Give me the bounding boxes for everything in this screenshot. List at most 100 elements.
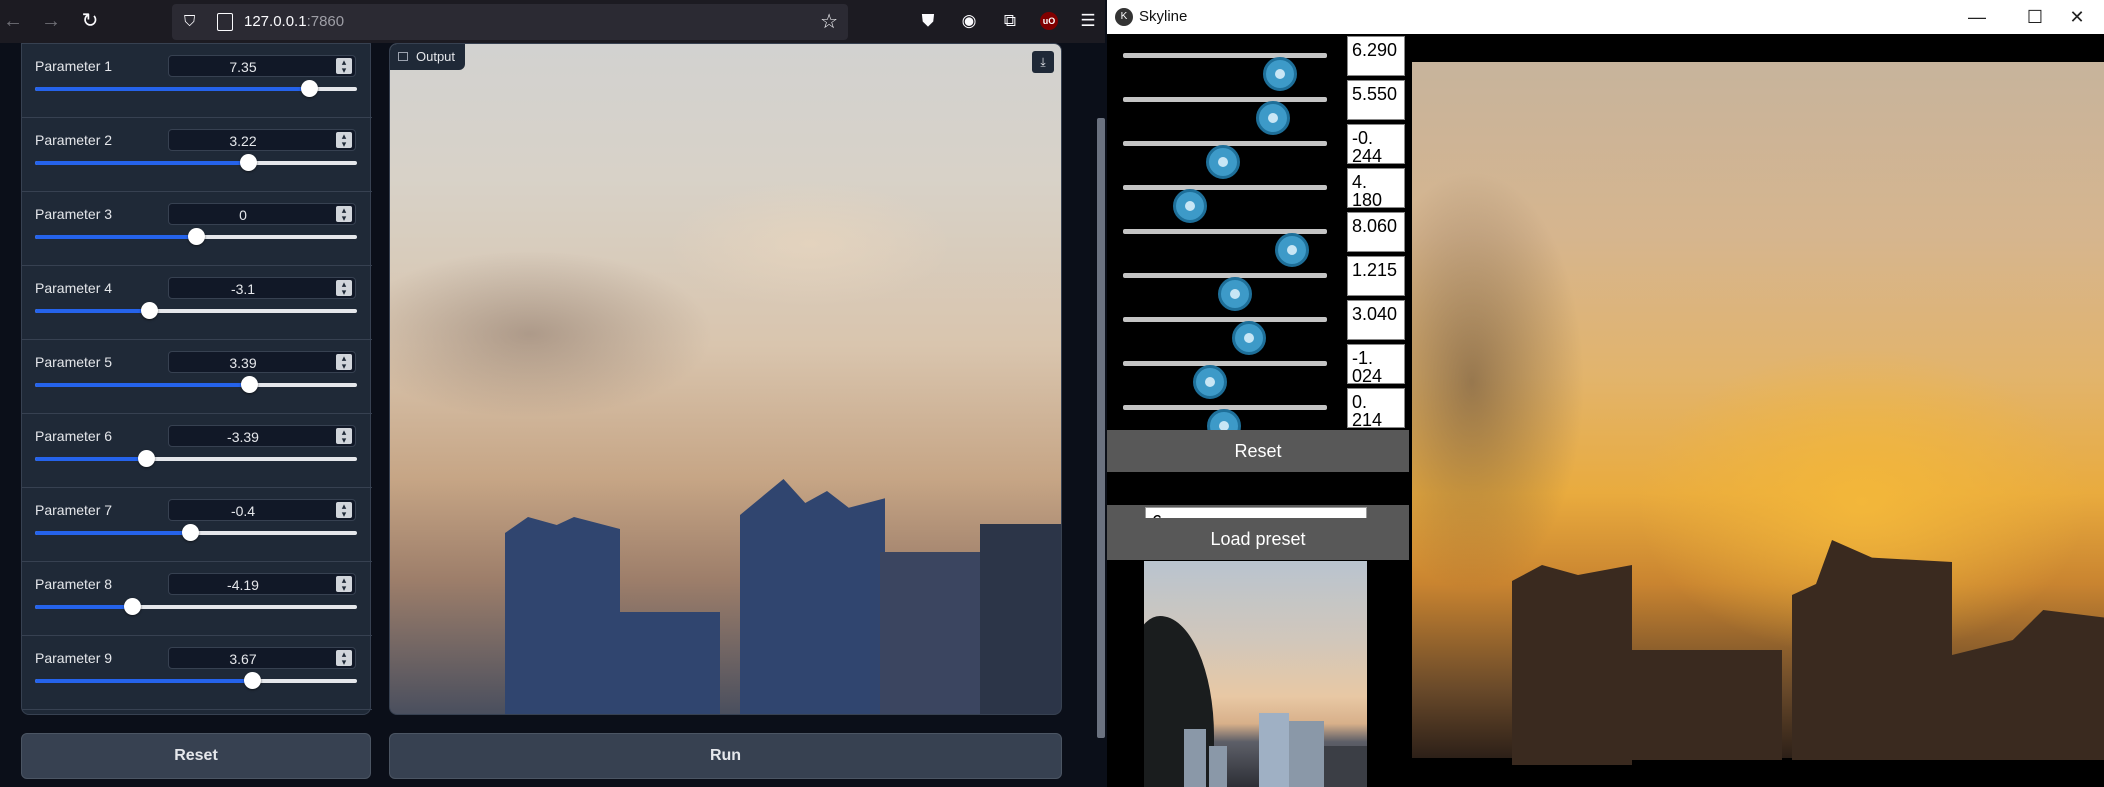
- skyline-slider-value[interactable]: 1.215: [1347, 256, 1405, 296]
- parameter-number-input[interactable]: -4.19 ▴ ▾: [168, 573, 356, 595]
- slider-fill: [35, 605, 132, 609]
- extensions-icon[interactable]: ⧉: [998, 9, 1022, 33]
- run-button[interactable]: Run: [389, 733, 1062, 779]
- spinner-icon[interactable]: ▴ ▾: [336, 206, 352, 223]
- image-icon: [398, 52, 408, 61]
- menu-icon[interactable]: ☰: [1076, 9, 1100, 33]
- page-info-icon[interactable]: [217, 13, 233, 31]
- skyline-slider[interactable]: [1123, 185, 1327, 223]
- bookmark-star-icon[interactable]: ☆: [820, 10, 838, 34]
- parameter-slider[interactable]: [35, 672, 357, 689]
- ublock-icon[interactable]: uO: [1040, 12, 1058, 30]
- slider-thumb[interactable]: [181, 524, 199, 541]
- reset-button[interactable]: Reset: [21, 733, 371, 779]
- skyline-slider-value[interactable]: -0. 244: [1347, 124, 1405, 164]
- spinner-icon[interactable]: ▴ ▾: [336, 650, 352, 667]
- slider-thumb[interactable]: [241, 376, 259, 393]
- page-scrollbar-thumb[interactable]: [1097, 118, 1105, 738]
- skyline-slider-value[interactable]: 4. 180: [1347, 168, 1405, 208]
- parameter-slider[interactable]: [35, 154, 357, 171]
- parameter-value[interactable]: -0.4: [169, 503, 317, 519]
- spinner-icon[interactable]: ▴ ▾: [336, 58, 352, 75]
- url-bar[interactable]: ⛉ 127.0.0.1:7860 ☆: [172, 4, 848, 40]
- parameter-slider[interactable]: [35, 524, 357, 541]
- parameter-number-input[interactable]: 0 ▴ ▾: [168, 203, 356, 225]
- parameter-slider[interactable]: [35, 80, 357, 97]
- parameter-slider[interactable]: [35, 228, 357, 245]
- parameter-number-input[interactable]: 3.67 ▴ ▾: [168, 647, 356, 669]
- parameter-slider[interactable]: [35, 450, 357, 467]
- account-icon[interactable]: ◉: [957, 9, 981, 33]
- parameter-row: Parameter 2 3.22 ▴ ▾: [22, 118, 372, 192]
- parameter-number-input[interactable]: -0.4 ▴ ▾: [168, 499, 356, 521]
- minimize-icon[interactable]: —: [1955, 2, 1999, 32]
- window-title: Skyline: [1139, 8, 1188, 25]
- parameter-value[interactable]: -4.19: [169, 577, 317, 593]
- skyline-slider-row: 3.040: [1107, 298, 1409, 355]
- spinner-icon[interactable]: ▴ ▾: [336, 502, 352, 519]
- parameter-row: Parameter 7 -0.4 ▴ ▾: [22, 488, 372, 562]
- skyline-slider[interactable]: [1123, 317, 1327, 355]
- maximize-icon[interactable]: ☐: [2013, 2, 2057, 32]
- skyline-slider[interactable]: [1123, 229, 1327, 267]
- parameter-value[interactable]: 0: [169, 207, 317, 223]
- reload-icon[interactable]: ↻: [77, 8, 103, 34]
- shield-icon[interactable]: ⛉: [184, 12, 202, 32]
- parameter-label: Parameter 1: [35, 58, 113, 74]
- parameter-number-input[interactable]: 3.22 ▴ ▾: [168, 129, 356, 151]
- slider-thumb[interactable]: [138, 450, 156, 467]
- parameter-slider[interactable]: [35, 302, 357, 319]
- kivy-logo-icon: K: [1115, 8, 1133, 26]
- parameter-value[interactable]: 3.67: [169, 651, 317, 667]
- skyline-slider-value[interactable]: 5.550: [1347, 80, 1405, 120]
- forward-icon[interactable]: →: [38, 8, 64, 34]
- skyline-slider-value[interactable]: 8.060: [1347, 212, 1405, 252]
- skyline-reset-button[interactable]: Reset: [1107, 430, 1409, 472]
- parameter-value[interactable]: 7.35: [169, 59, 317, 75]
- download-icon[interactable]: ⤓: [1032, 51, 1054, 73]
- parameter-slider[interactable]: [35, 598, 357, 615]
- slider-thumb[interactable]: [188, 228, 205, 245]
- parameter-value[interactable]: -3.1: [169, 281, 317, 297]
- spinner-icon[interactable]: ▴ ▾: [336, 428, 352, 445]
- spinner-icon[interactable]: ▴ ▾: [336, 280, 352, 297]
- render-canvas: [1412, 62, 2104, 765]
- parameter-value[interactable]: -3.39: [169, 429, 317, 445]
- skyline-render-image: [1409, 34, 2104, 787]
- skyline-slider-value[interactable]: 0. 214: [1347, 388, 1405, 428]
- skyline-slider[interactable]: [1123, 361, 1327, 399]
- parameter-number-input[interactable]: 3.39 ▴ ▾: [168, 351, 356, 373]
- slider-thumb[interactable]: [239, 154, 257, 171]
- parameter-slider[interactable]: [35, 376, 357, 393]
- parameter-number-input[interactable]: -3.39 ▴ ▾: [168, 425, 356, 447]
- slider-thumb[interactable]: [244, 672, 262, 689]
- parameter-value[interactable]: 3.39: [169, 355, 317, 371]
- parameter-number-input[interactable]: 7.35 ▴ ▾: [168, 55, 356, 77]
- skyline-slider[interactable]: [1123, 97, 1327, 135]
- url-text[interactable]: 127.0.0.1:7860: [244, 12, 344, 32]
- browser-window: ← → ↻ ⛉ 127.0.0.1:7860 ☆ ⛊ ◉ ⧉ uO ☰ Para…: [0, 0, 1105, 787]
- slider-thumb[interactable]: [141, 302, 159, 319]
- parameter-label: Parameter 7: [35, 502, 113, 518]
- slider-thumb[interactable]: [300, 80, 318, 97]
- skyline-slider-value[interactable]: -1. 024: [1347, 344, 1405, 384]
- slider-thumb[interactable]: [123, 598, 141, 615]
- parameter-value[interactable]: 3.22: [169, 133, 317, 149]
- spinner-icon[interactable]: ▴ ▾: [336, 576, 352, 593]
- skyline-slider-value[interactable]: 6.290: [1347, 36, 1405, 76]
- skyline-slider[interactable]: [1123, 405, 1327, 443]
- pocket-icon[interactable]: ⛊: [916, 9, 940, 33]
- skyline-slider[interactable]: [1123, 53, 1327, 91]
- spinner-icon[interactable]: ▴ ▾: [336, 354, 352, 371]
- parameter-row: Parameter 4 -3.1 ▴ ▾: [22, 266, 372, 340]
- spinner-icon[interactable]: ▴ ▾: [336, 132, 352, 149]
- parameter-label: Parameter 2: [35, 132, 113, 148]
- close-icon[interactable]: ✕: [2055, 2, 2099, 32]
- skyline-slider[interactable]: [1123, 273, 1327, 311]
- back-icon[interactable]: ←: [0, 8, 26, 34]
- slider-fill: [35, 161, 248, 165]
- skyline-slider[interactable]: [1123, 141, 1327, 179]
- skyline-slider-value[interactable]: 3.040: [1347, 300, 1405, 340]
- load-preset-button[interactable]: Load preset: [1107, 518, 1409, 560]
- parameter-number-input[interactable]: -3.1 ▴ ▾: [168, 277, 356, 299]
